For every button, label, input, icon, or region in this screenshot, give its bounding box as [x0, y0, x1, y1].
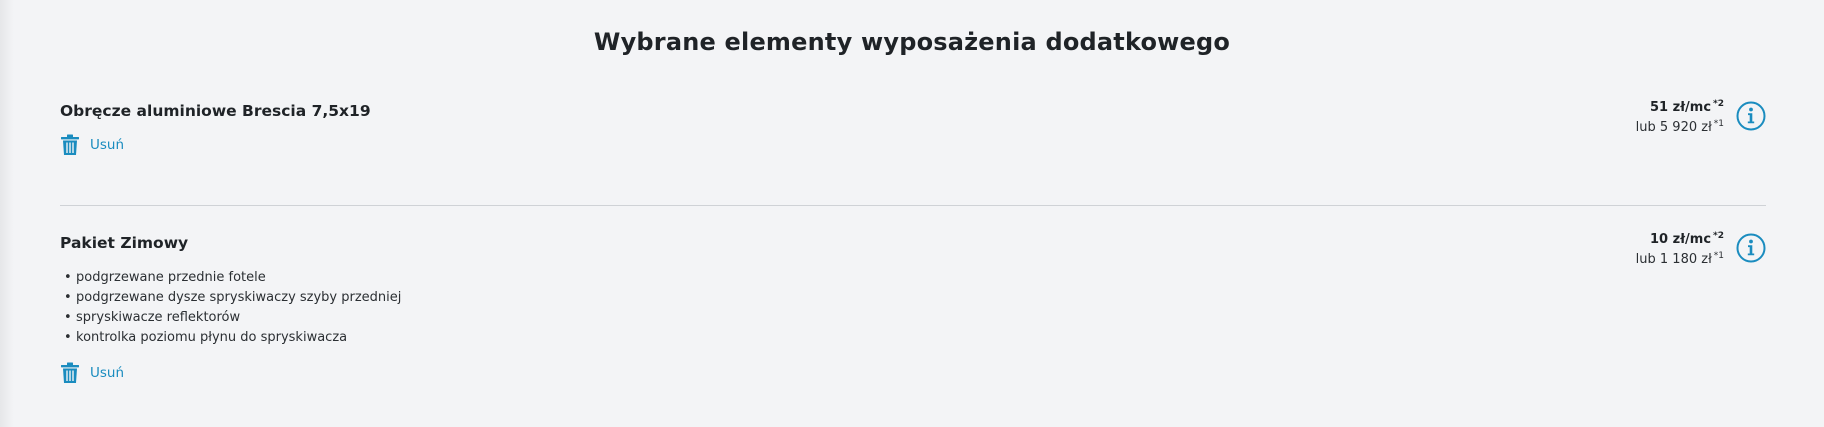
trash-icon — [60, 362, 80, 384]
footnote-marker: *2 — [1713, 231, 1724, 241]
feature-item: • kontrolka poziomu płynu do spryskiwacza — [64, 330, 348, 345]
price-monthly: 10 zł/mc *2 — [1650, 231, 1724, 247]
equipment-item: Obręcze aluminiowe Brescia 7,5x19 Usuń 5… — [60, 99, 1766, 160]
feature-item: • spryskiwacze reflektorów — [64, 310, 241, 325]
price-total: lub 5 920 zł *1 — [1635, 119, 1724, 135]
trash-icon — [60, 134, 80, 156]
price-monthly: 51 zł/mc *2 — [1650, 99, 1724, 115]
price-total: lub 1 180 zł *1 — [1635, 251, 1724, 267]
item-title: Pakiet Zimowy — [60, 234, 189, 252]
page-title: Wybrane elementy wyposażenia dodatkowego — [593, 28, 1231, 56]
price-block: 10 zł/mc *2 lub 1 180 zł *1 — [1636, 228, 1766, 268]
divider — [60, 205, 1766, 206]
price-block: 51 zł/mc *2 lub 5 920 zł *1 — [1636, 96, 1766, 136]
equipment-item: Pakiet Zimowy • podgrzewane przednie fote… — [60, 231, 1766, 388]
footnote-marker: *1 — [1713, 119, 1724, 129]
feature-list: • podgrzewane przednie fotele • podgrzewan… — [60, 268, 1766, 348]
feature-item: • podgrzewane przednie fotele — [64, 270, 266, 285]
footnote-marker: *1 — [1713, 251, 1724, 261]
item-title: Obręcze aluminiowe Brescia 7,5x19 — [60, 102, 371, 120]
feature-item: • podgrzewane dysze spryskiwaczy szyby pr… — [64, 290, 402, 305]
remove-button[interactable]: Usuń — [60, 134, 124, 156]
footnote-marker: *2 — [1713, 99, 1724, 109]
info-icon[interactable] — [1736, 233, 1766, 263]
remove-button[interactable]: Usuń — [60, 362, 124, 384]
remove-label: Usuń — [90, 137, 125, 153]
left-edge-shade — [0, 0, 14, 427]
info-icon[interactable] — [1736, 101, 1766, 131]
remove-label: Usuń — [90, 365, 125, 381]
